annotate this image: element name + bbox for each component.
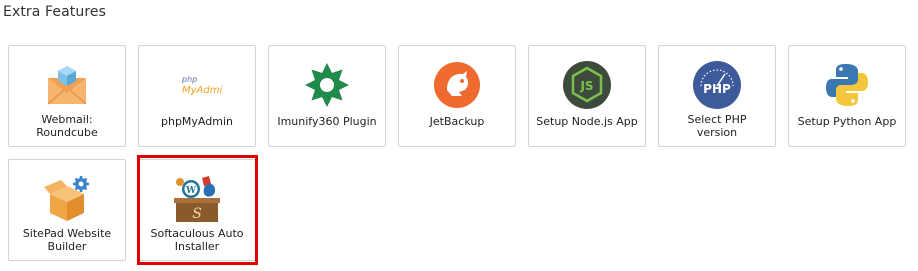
tile-label: Webmail: Roundcube — [36, 113, 98, 139]
tile-label: JetBackup — [429, 115, 485, 128]
php-logo-text: PHP — [703, 82, 731, 96]
tile-label: Imunify360 Plugin — [277, 115, 377, 128]
jetbackup-icon — [434, 62, 480, 108]
imunify-icon — [305, 63, 349, 107]
tile-sitepad-website-builder[interactable]: SitePad Website Builder — [8, 159, 126, 261]
tile-phpmyadmin[interactable]: php MyAdmin phpMyAdmin — [138, 45, 256, 147]
section-title: Extra Features — [3, 4, 107, 20]
phpmyadmin-icon: php MyAdmin — [181, 75, 222, 96]
tile-label: Setup Node.js App — [536, 115, 638, 128]
nodejs-icon: JS — [563, 61, 611, 109]
python-icon — [826, 64, 868, 106]
tile-label: Setup Python App — [797, 115, 897, 128]
tile-setup-python[interactable]: Setup Python App — [788, 45, 906, 147]
tile-select-php-version[interactable]: PHP Select PHP version — [658, 45, 776, 147]
tile-jetbackup[interactable]: JetBackup — [398, 45, 516, 147]
nodejs-logo-text: JS — [579, 79, 593, 93]
tile-setup-nodejs[interactable]: JS Setup Node.js App — [528, 45, 646, 147]
tile-imunify360[interactable]: Imunify360 Plugin — [268, 45, 386, 147]
sitepad-icon — [44, 176, 89, 221]
tile-label: SitePad Website Builder — [22, 227, 112, 253]
tile-webmail-roundcube[interactable]: Webmail: Roundcube — [8, 45, 126, 147]
php-icon: PHP — [693, 61, 741, 109]
phpmyadmin-logo-bottom: MyAdmin — [182, 85, 222, 96]
tile-label: Select PHP version — [687, 113, 747, 139]
phpmyadmin-logo-top: php — [181, 75, 197, 84]
tile-label: phpMyAdmin — [161, 115, 233, 128]
envelope-icon — [47, 66, 87, 105]
highlight-box — [137, 155, 258, 265]
